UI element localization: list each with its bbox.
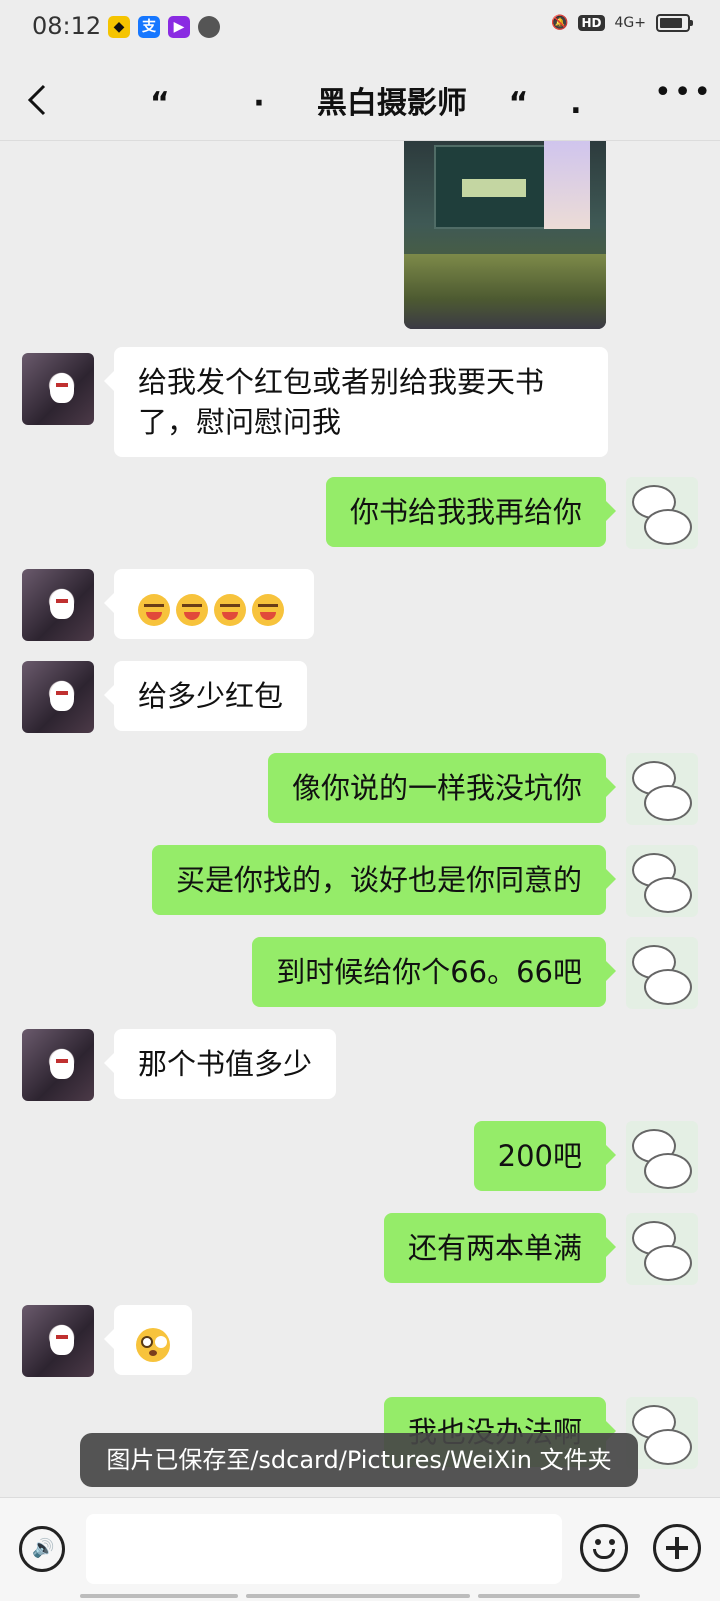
- app-notification-icon: ◆: [108, 16, 130, 38]
- sent-image-message[interactable]: [404, 141, 606, 329]
- input-bar: 🔊: [0, 1497, 720, 1601]
- image-content: [462, 179, 526, 197]
- my-avatar[interactable]: [626, 845, 698, 917]
- more-options-button[interactable]: •••: [654, 78, 711, 118]
- message-bubble-received[interactable]: [104, 569, 314, 639]
- nav-indicator: [80, 1594, 238, 1598]
- nav-indicator: [478, 1594, 640, 1598]
- image-content: [544, 141, 590, 229]
- chat-messages[interactable]: 给我发个红包或者别给我要天书了，慰问慰问我 你书给我我再给你 给多少红包 像你说…: [0, 141, 720, 1495]
- crying-laughing-emoji-icon: [138, 594, 170, 626]
- voice-icon: 🔊: [32, 1538, 55, 1559]
- save-toast: 图片已保存至/sdcard/Pictures/WeiXin 文件夹: [80, 1433, 638, 1487]
- my-avatar[interactable]: [626, 753, 698, 825]
- message-input[interactable]: [86, 1514, 562, 1584]
- nav-indicator: [246, 1594, 470, 1598]
- message-bubble-received[interactable]: 那个书值多少: [103, 1029, 337, 1099]
- contact-avatar[interactable]: [22, 1029, 94, 1101]
- status-time: 08:12: [32, 12, 102, 40]
- shocked-emoji-icon: [136, 1328, 170, 1362]
- notification-icons: ◆ 支 ▶: [108, 16, 220, 38]
- video-app-icon: ▶: [168, 16, 190, 38]
- my-avatar[interactable]: [626, 1213, 698, 1285]
- emoji-button[interactable]: [580, 1524, 628, 1572]
- my-avatar[interactable]: [626, 1121, 698, 1193]
- message-bubble-sent[interactable]: 到时候给你个66。66吧: [252, 937, 616, 1007]
- contact-avatar[interactable]: [22, 353, 94, 425]
- chat-title: “ · 黑白摄影师 “ .: [150, 86, 582, 121]
- status-bar: 08:12 ◆ 支 ▶ 🔕 HD 4G+: [0, 0, 720, 56]
- chat-header: “ · 黑白摄影师 “ . •••: [0, 56, 720, 141]
- message-bubble-sent[interactable]: 200吧: [473, 1121, 617, 1191]
- more-functions-button[interactable]: [653, 1524, 701, 1572]
- alipay-icon: 支: [138, 16, 160, 38]
- back-button[interactable]: [20, 80, 60, 120]
- message-bubble-received[interactable]: [104, 1305, 192, 1375]
- message-icon: [198, 16, 220, 38]
- hd-icon: HD: [578, 15, 605, 31]
- my-avatar[interactable]: [626, 477, 698, 549]
- crying-laughing-emoji-icon: [252, 594, 284, 626]
- mute-bell-icon: 🔕: [551, 15, 569, 31]
- message-bubble-sent[interactable]: 你书给我我再给你: [325, 477, 617, 547]
- message-bubble-received[interactable]: 给多少红包: [103, 661, 308, 731]
- message-bubble-sent[interactable]: 还有两本单满: [383, 1213, 617, 1283]
- voice-input-button[interactable]: 🔊: [19, 1526, 65, 1572]
- my-avatar[interactable]: [626, 937, 698, 1009]
- message-bubble-sent[interactable]: 买是你找的，谈好也是你同意的: [151, 845, 617, 915]
- battery-icon: [656, 14, 693, 32]
- message-bubble-received[interactable]: 给我发个红包或者别给我要天书了，慰问慰问我: [104, 347, 608, 457]
- message-bubble-sent[interactable]: 像你说的一样我没坑你: [267, 753, 617, 823]
- crying-laughing-emoji-icon: [214, 594, 246, 626]
- crying-laughing-emoji-icon: [176, 594, 208, 626]
- signal-icon: 4G+: [614, 15, 647, 31]
- contact-avatar[interactable]: [22, 1305, 94, 1377]
- system-status: 🔕 HD 4G+: [551, 14, 693, 32]
- contact-avatar[interactable]: [22, 569, 94, 641]
- chevron-left-icon: [27, 84, 46, 116]
- contact-avatar[interactable]: [22, 661, 94, 733]
- image-content: [404, 254, 606, 329]
